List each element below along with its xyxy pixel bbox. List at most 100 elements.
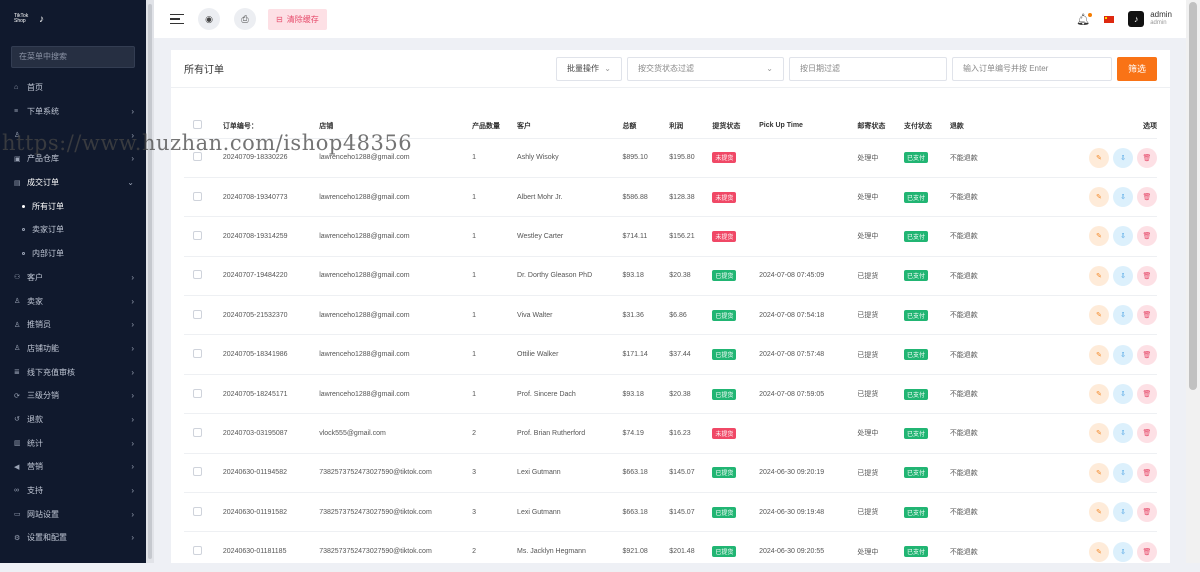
table-row[interactable]: 20240705-21532370 lawrenceho1288@gmail.co… (184, 295, 1157, 336)
table-row[interactable]: 20240630-01194582 7382573752473027590@tik… (184, 453, 1157, 494)
sidebar-item[interactable]: ∞ 支持 › (0, 479, 146, 503)
sidebar-item[interactable]: ⌂ 首页 (0, 76, 146, 100)
table-row[interactable]: 20240630-01181185 7382573752473027590@tik… (184, 531, 1157, 572)
delete-icon[interactable]: 🗑︎ (1137, 305, 1157, 326)
delete-icon[interactable]: 🗑︎ (1137, 541, 1157, 562)
sidebar-item[interactable]: ♙ 推销员 › (0, 313, 146, 337)
sidebar-item[interactable]: ♙ 店铺功能 › (0, 337, 146, 361)
edit-icon[interactable]: ✎ (1089, 187, 1109, 208)
edit-icon[interactable]: ✎ (1089, 226, 1109, 247)
table-row[interactable]: 20240707-19484220 lawrenceho1288@gmail.co… (184, 256, 1157, 297)
payment-status-badge: 已支付 (903, 349, 928, 361)
order-search-input[interactable]: 输入订单编号并按 Enter (952, 56, 1112, 81)
row-checkbox[interactable] (193, 506, 202, 516)
delete-icon[interactable]: 🗑︎ (1137, 147, 1157, 168)
table-row[interactable]: 20240709-18330226 lawrenceho1288@gmail.co… (184, 138, 1157, 178)
download-icon[interactable]: ⇩ (1113, 423, 1133, 444)
edit-icon[interactable]: ✎ (1089, 423, 1109, 444)
row-checkbox[interactable] (193, 467, 202, 477)
submenu-item[interactable]: 所有订单 (0, 194, 146, 218)
download-icon[interactable]: ⇩ (1113, 541, 1133, 562)
download-icon[interactable]: ⇩ (1113, 462, 1133, 483)
edit-icon[interactable]: ✎ (1089, 265, 1109, 286)
edit-icon[interactable]: ✎ (1089, 384, 1109, 405)
filter-button[interactable]: 筛选 (1117, 56, 1157, 81)
row-checkbox[interactable] (193, 270, 202, 280)
download-icon[interactable]: ⇩ (1113, 187, 1133, 208)
delete-icon[interactable]: 🗑︎ (1137, 384, 1157, 405)
edit-icon[interactable]: ✎ (1089, 462, 1109, 483)
row-checkbox[interactable] (193, 191, 202, 201)
delete-icon[interactable]: 🗑︎ (1137, 502, 1157, 523)
menu-search-input[interactable]: 在菜单中搜索 (11, 46, 135, 68)
edit-icon[interactable]: ✎ (1089, 541, 1109, 562)
download-icon[interactable]: ⇩ (1113, 344, 1133, 365)
submenu-item[interactable]: 内部订单 (0, 242, 146, 266)
sidebar-item[interactable]: ▭ 网站设置 › (0, 502, 146, 526)
globe-icon[interactable]: ◉ (198, 8, 220, 30)
edit-icon[interactable]: ✎ (1089, 147, 1109, 168)
sidebar-item[interactable]: ≣ 线下充值审核 › (0, 360, 146, 384)
sidebar-item[interactable]: ▤ 成交订单 ⌄ (0, 171, 146, 195)
row-checkbox[interactable] (193, 349, 202, 359)
sidebar-item[interactable]: ↺ 退款 › (0, 408, 146, 432)
table-row[interactable]: 20240708-19340773 lawrenceho1288@gmail.co… (184, 177, 1157, 218)
row-checkbox[interactable] (193, 388, 202, 398)
sidebar-item[interactable]: ▣ 产品仓库 › (0, 147, 146, 171)
row-checkbox[interactable] (193, 152, 202, 162)
delete-icon[interactable]: 🗑︎ (1137, 462, 1157, 483)
delete-icon[interactable]: 🗑︎ (1137, 344, 1157, 365)
table-row[interactable]: 20240630-01191582 7382573752473027590@tik… (184, 492, 1157, 533)
delete-icon[interactable]: 🗑︎ (1137, 423, 1157, 444)
sidebar-item[interactable]: ⟳ 三级分销 › (0, 384, 146, 408)
delete-icon[interactable]: 🗑︎ (1137, 226, 1157, 247)
row-checkbox[interactable] (193, 427, 202, 437)
sidebar-item[interactable]: ≡ 下单系统 › (0, 100, 146, 124)
row-checkbox[interactable] (193, 230, 202, 240)
clear-cache-button[interactable]: ⊟ 清除缓存 (268, 8, 327, 30)
table-row[interactable]: 20240703-03195087 vlock555@gmail.com 2 Prof… (184, 413, 1157, 454)
edit-icon[interactable]: ✎ (1089, 305, 1109, 326)
menu-toggle-icon[interactable] (170, 11, 184, 27)
bulk-action-select[interactable]: 批量操作 ⌄ (556, 56, 622, 81)
download-icon[interactable]: ⇩ (1113, 305, 1133, 326)
delete-icon[interactable]: 🗑︎ (1137, 187, 1157, 208)
language-flag-icon[interactable] (1104, 15, 1115, 23)
chart-icon: ▥ (14, 440, 21, 448)
sidebar-item-label: 下单系统 (27, 107, 59, 117)
sidebar-item[interactable]: ♙ 卖家 › (0, 289, 146, 313)
edit-icon[interactable]: ✎ (1089, 502, 1109, 523)
delete-icon[interactable]: 🗑︎ (1137, 265, 1157, 286)
sidebar-item[interactable]: ⚇ 客户 › (0, 266, 146, 290)
sidebar-item[interactable]: ◀ 营销 › (0, 455, 146, 479)
logo[interactable]: TikTok Shop ♪ (0, 0, 146, 38)
download-icon[interactable]: ⇩ (1113, 502, 1133, 523)
select-all-checkbox[interactable] (193, 120, 202, 130)
orders-card: 所有订单 批量操作 ⌄ 按交货状态过滤 ⌄ 按日期过滤 输入订单编号并按 Enter… (171, 50, 1170, 572)
edit-icon[interactable]: ✎ (1089, 344, 1109, 365)
table-row[interactable]: 20240708-19314259 lawrenceho1288@gmail.co… (184, 216, 1157, 257)
notification-bell-icon[interactable]: 🔔︎ (1076, 12, 1093, 26)
submenu-item[interactable]: 卖家订单 (0, 218, 146, 242)
sidebar-item[interactable]: ♙ › (0, 123, 146, 147)
sidebar-item[interactable]: ▥ 统计 › (0, 431, 146, 455)
total-amount: $921.08 (622, 531, 670, 572)
payment-status-badge: 已支付 (903, 152, 928, 164)
page-scrollbar[interactable] (1186, 0, 1200, 563)
user-menu[interactable]: ♪ admin admin (1128, 10, 1172, 28)
download-icon[interactable]: ⇩ (1113, 147, 1133, 168)
row-checkbox[interactable] (193, 309, 202, 319)
table-row[interactable]: 20240705-18341986 lawrenceho1288@gmail.co… (184, 334, 1157, 375)
download-icon[interactable]: ⇩ (1113, 384, 1133, 405)
print-icon[interactable]: ⎙ (234, 8, 256, 30)
chevron-right-icon: › (131, 533, 134, 543)
sidebar-item[interactable]: ⚙ 设置和配置 › (0, 526, 146, 550)
date-filter-input[interactable]: 按日期过滤 (789, 56, 947, 81)
pickup-time (759, 138, 858, 178)
sidebar-scrollbar[interactable] (146, 0, 154, 563)
delivery-status-filter[interactable]: 按交货状态过滤 ⌄ (627, 56, 784, 81)
download-icon[interactable]: ⇩ (1113, 226, 1133, 247)
download-icon[interactable]: ⇩ (1113, 265, 1133, 286)
row-checkbox[interactable] (193, 546, 202, 556)
table-row[interactable]: 20240705-18245171 lawrenceho1288@gmail.co… (184, 374, 1157, 415)
